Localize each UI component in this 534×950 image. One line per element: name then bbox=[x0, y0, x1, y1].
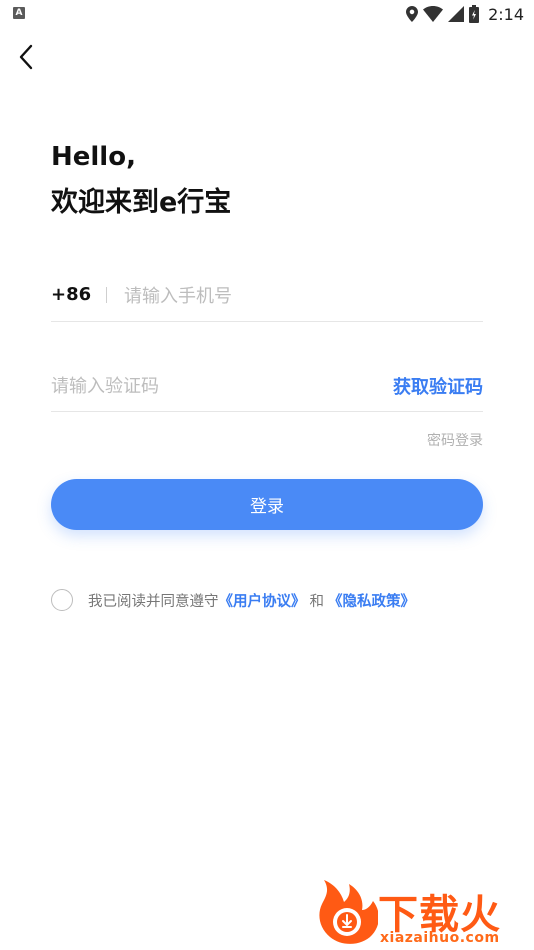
country-code[interactable]: +86 bbox=[51, 284, 91, 305]
back-button[interactable] bbox=[10, 40, 42, 74]
phone-input[interactable] bbox=[124, 278, 464, 314]
signal-icon bbox=[448, 6, 465, 22]
app-notification-icon: A bbox=[13, 7, 25, 19]
status-icons: 2:14 bbox=[406, 3, 524, 25]
status-bar: A 2:14 bbox=[0, 0, 534, 28]
watermark-domain: xiazaihuo.com bbox=[380, 930, 500, 946]
agree-conjunction: 和 bbox=[309, 593, 325, 610]
greeting-welcome: 欢迎来到e行宝 bbox=[51, 187, 232, 218]
status-time: 2:14 bbox=[488, 4, 524, 24]
privacy-policy-link[interactable]: 《隐私政策》 bbox=[328, 590, 415, 611]
login-button[interactable]: 登录 bbox=[51, 479, 483, 530]
battery-icon bbox=[469, 5, 480, 23]
phone-divider bbox=[106, 287, 107, 303]
verification-code-input[interactable] bbox=[51, 368, 331, 404]
phone-field-row: +86 bbox=[51, 270, 483, 322]
wifi-icon bbox=[423, 6, 444, 22]
location-icon bbox=[406, 6, 419, 22]
agreement-row: 我已阅读并同意遵守 《用户协议》 和 《隐私政策》 bbox=[51, 588, 415, 612]
user-agreement-link[interactable]: 《用户协议》 bbox=[219, 590, 306, 611]
greeting-hello: Hello, bbox=[51, 142, 136, 172]
code-field-row: 获取验证码 bbox=[51, 360, 483, 412]
agree-prefix: 我已阅读并同意遵守 bbox=[88, 593, 219, 610]
login-screen: A 2:14 Hello, 欢迎来到e行宝 +86 请输入手机号 请输入验证码 … bbox=[0, 0, 534, 950]
flame-logo-icon bbox=[319, 880, 378, 944]
watermark: 下载火 xiazaihuo.com bbox=[316, 878, 532, 948]
password-login-link[interactable]: 密码登录 bbox=[427, 430, 483, 450]
get-code-button[interactable]: 获取验证码 bbox=[393, 373, 483, 399]
agree-checkbox[interactable] bbox=[51, 589, 73, 611]
chevron-left-icon bbox=[19, 44, 33, 70]
